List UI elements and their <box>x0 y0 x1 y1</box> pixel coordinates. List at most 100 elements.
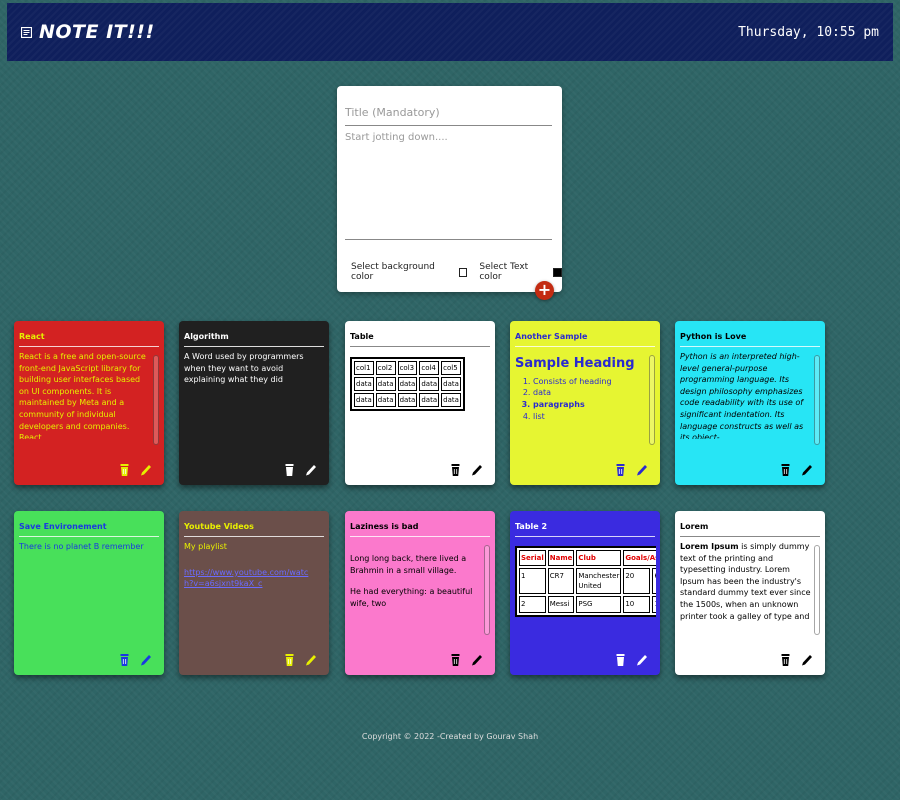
note-actions <box>615 651 648 666</box>
table-cell: Messi <box>547 596 575 613</box>
trash-icon[interactable] <box>119 651 130 666</box>
list-item: list <box>533 411 646 423</box>
pencil-icon[interactable] <box>637 651 648 666</box>
note-card[interactable]: Laziness is bad Long long back, there liv… <box>345 511 495 675</box>
table-cell: Serial <box>519 550 546 567</box>
table-cell: data <box>375 377 396 392</box>
note-card[interactable]: Save Environement There is no planet B re… <box>14 511 164 675</box>
table-cell: 20 <box>623 568 651 595</box>
note-actions <box>119 651 152 666</box>
table-cell: 1 <box>519 568 546 595</box>
pencil-icon[interactable] <box>472 461 483 476</box>
note-body: There is no planet B remember <box>18 537 160 629</box>
title-input[interactable] <box>345 100 552 126</box>
table-cell: col3 <box>397 361 418 376</box>
trash-icon[interactable] <box>615 461 626 476</box>
brand[interactable]: NOTE IT!!! <box>21 21 155 43</box>
table-cell: Manchester United <box>576 568 622 595</box>
trash-icon[interactable] <box>450 461 461 476</box>
trash-icon[interactable] <box>780 461 791 476</box>
table-row: col1 col2 col3 col4 col5 <box>354 361 461 376</box>
note-body: Long long back, there lived a Brahmin in… <box>349 537 491 629</box>
list-item: data <box>533 387 646 399</box>
note-title: Another Sample <box>515 332 588 341</box>
table-cell: Goals/Assists <box>623 550 656 567</box>
trash-icon[interactable] <box>615 651 626 666</box>
note-card[interactable]: Another Sample Sample Heading Consists of … <box>510 321 660 485</box>
note-card[interactable]: Table col1 col2 col3 col4 col5 data data data dat… <box>345 321 495 485</box>
note-heading: Sample Heading <box>515 356 635 371</box>
trash-icon[interactable] <box>780 651 791 666</box>
note-card[interactable]: Algorithm A Word used by programmers when… <box>179 321 329 485</box>
video-link[interactable]: https://www.youtube.com/watch?v=a6sjxnt9… <box>184 567 315 590</box>
note-card[interactable]: Lorem Lorem Ipsum is simply dummy text of… <box>675 511 825 675</box>
bg-color-label: Select background color <box>351 262 435 282</box>
note-scrollbar[interactable] <box>814 545 820 635</box>
note-bold-lead: Lorem Ipsum <box>680 542 739 551</box>
note-title: Algorithm <box>184 332 229 341</box>
pencil-icon[interactable] <box>306 461 317 476</box>
note-text: A Word used by programmers when they wan… <box>184 352 304 385</box>
add-note-button[interactable]: + <box>535 281 554 300</box>
table-cell: 16 <box>652 596 656 613</box>
pencil-icon[interactable] <box>141 461 152 476</box>
list-item: Consists of heading <box>533 376 646 388</box>
trash-icon[interactable] <box>119 461 130 476</box>
table-cell: col5 <box>441 361 461 376</box>
table-row: SerialNameClubGoals/Assists <box>519 550 656 567</box>
note-body: My playlist https://www.youtube.com/watch… <box>183 537 325 629</box>
note-title: Youtube Videos <box>184 522 254 531</box>
app-title: NOTE IT!!! <box>39 21 155 43</box>
note-title: Table 2 <box>515 522 548 531</box>
note-card[interactable]: Youtube Videos My playlist https://www.you… <box>179 511 329 675</box>
note-actions <box>615 461 648 476</box>
bg-color-swatch[interactable] <box>458 267 468 277</box>
table-cell: col1 <box>354 361 374 376</box>
note-actions <box>780 461 813 476</box>
note-title: Save Environement <box>19 522 107 531</box>
note-scrollbar[interactable] <box>484 545 490 635</box>
trash-icon[interactable] <box>284 651 295 666</box>
note-card[interactable]: React React is a free and open-source fro… <box>14 321 164 485</box>
pencil-icon[interactable] <box>637 461 648 476</box>
note-list: Consists of headingdataparagraphslist <box>515 376 646 422</box>
pencil-icon[interactable] <box>472 651 483 666</box>
note-icon <box>21 26 32 38</box>
note-text: React is a free and open-source front-en… <box>19 352 146 439</box>
note-scrollbar[interactable] <box>153 355 159 445</box>
note-actions <box>284 461 317 476</box>
table-cell: data <box>441 377 461 392</box>
note-card[interactable]: Python is Love Python is an interpreted h… <box>675 321 825 485</box>
note-composer: Select background color Select Text colo… <box>337 86 562 292</box>
note-table: SerialNameClubGoals/Assists1CR7Mancheste… <box>515 546 656 617</box>
table-cell: 6 <box>652 568 656 595</box>
note-paragraph: Long long back, there lived a Brahmin in… <box>350 554 467 575</box>
trash-icon[interactable] <box>450 651 461 666</box>
body-input[interactable] <box>345 132 552 240</box>
table-cell: data <box>441 393 461 408</box>
note-title: Laziness is bad <box>350 522 419 531</box>
bg-color-picker[interactable]: Select background color <box>351 262 468 282</box>
note-title: Python is Love <box>680 332 747 341</box>
text-color-picker[interactable]: Select Text color <box>479 262 562 282</box>
note-body: React is a free and open-source front-en… <box>18 347 160 439</box>
pencil-icon[interactable] <box>802 461 813 476</box>
app-header: NOTE IT!!! Thursday, 10:55 pm <box>7 3 893 61</box>
note-table: col1 col2 col3 col4 col5 data data data data data… <box>350 357 465 412</box>
text-color-swatch[interactable] <box>553 267 562 277</box>
note-scrollbar[interactable] <box>814 355 820 445</box>
pencil-icon[interactable] <box>306 651 317 666</box>
trash-icon[interactable] <box>284 461 295 476</box>
note-text: My playlist <box>184 542 227 551</box>
note-scrollbar[interactable] <box>649 355 655 445</box>
footer: Copyright © 2022 -Created by Gourav Shah <box>361 732 539 741</box>
note-text: Python is an interpreted high-level gene… <box>680 352 804 439</box>
note-actions <box>780 651 813 666</box>
note-card[interactable]: Table 2SerialNameClubGoals/Assists1CR7Ma… <box>510 511 660 675</box>
pencil-icon[interactable] <box>802 651 813 666</box>
color-options: Select background color Select Text colo… <box>351 262 562 282</box>
text-color-label: Select Text color <box>479 262 529 282</box>
note-body: col1 col2 col3 col4 col5 data data data data data… <box>349 347 491 439</box>
pencil-icon[interactable] <box>141 651 152 666</box>
note-actions <box>284 651 317 666</box>
